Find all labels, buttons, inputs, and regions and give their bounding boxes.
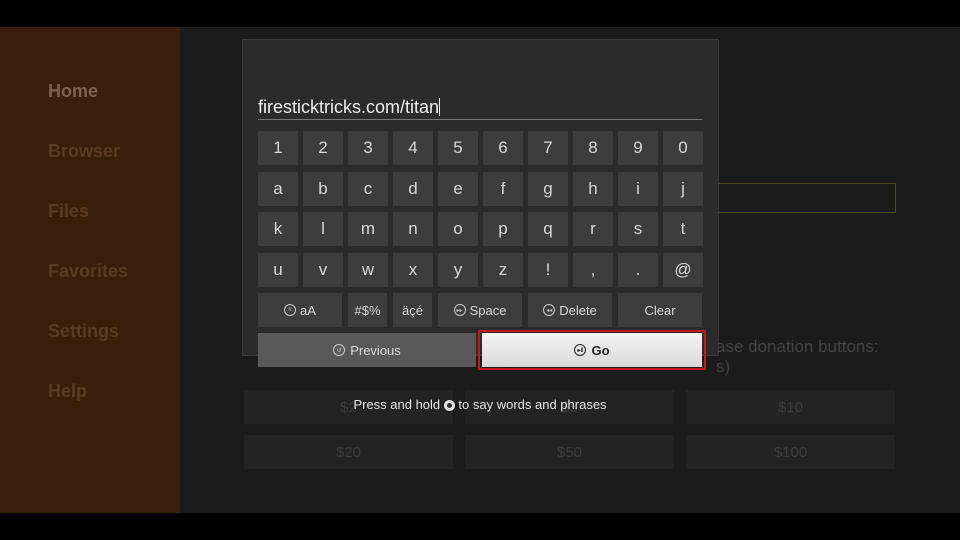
microphone-icon (443, 400, 455, 411)
key-2-9[interactable]: t (663, 212, 703, 246)
key-0-7[interactable]: 8 (573, 131, 613, 165)
key-1-3[interactable]: d (393, 171, 433, 206)
url-value: firesticktricks.com/titan (258, 97, 440, 117)
sidebar-item-browser[interactable]: Browser (48, 141, 120, 162)
key-2-6[interactable]: q (528, 212, 568, 246)
accents-key[interactable]: äçé (393, 293, 432, 327)
sidebar-item-favorites[interactable]: Favorites (48, 261, 128, 282)
back-icon: ↺ (333, 344, 346, 356)
key-3-4[interactable]: y (438, 252, 478, 287)
key-1-1[interactable]: b (303, 171, 343, 206)
space-key[interactable]: ▸▸ Space (438, 293, 522, 327)
key-2-1[interactable]: l (303, 212, 343, 246)
url-text-field[interactable]: firesticktricks.com/titan (258, 97, 702, 120)
key-0-4[interactable]: 5 (438, 131, 478, 165)
key-1-6[interactable]: g (528, 171, 568, 206)
key-2-3[interactable]: n (393, 212, 433, 246)
key-1-5[interactable]: f (483, 171, 523, 206)
key-0-9[interactable]: 0 (663, 131, 703, 165)
key-3-7[interactable]: , (573, 252, 613, 287)
key-1-4[interactable]: e (438, 171, 478, 206)
previous-button[interactable]: ↺ Previous (258, 333, 476, 367)
key-0-6[interactable]: 7 (528, 131, 568, 165)
donation-button-100[interactable]: $100 (686, 435, 895, 469)
donation-button-20[interactable]: $20 (244, 435, 453, 469)
key-1-9[interactable]: j (663, 171, 703, 206)
key-2-4[interactable]: o (438, 212, 478, 246)
go-button[interactable]: ▸‖ Go (482, 333, 702, 367)
donation-button-10[interactable]: $10 (686, 390, 895, 424)
key-2-5[interactable]: p (483, 212, 523, 246)
key-1-8[interactable]: i (618, 171, 658, 206)
voice-hint: Press and hold to say words and phrases (353, 397, 607, 412)
key-0-8[interactable]: 9 (618, 131, 658, 165)
symbols-key[interactable]: #$% (348, 293, 387, 327)
key-2-7[interactable]: r (573, 212, 613, 246)
donation-button-50[interactable]: $50 (465, 435, 674, 469)
key-0-3[interactable]: 4 (393, 131, 433, 165)
key-3-3[interactable]: x (393, 252, 433, 287)
key-1-0[interactable]: a (258, 171, 298, 206)
donation-text: ase donation buttons: s) (716, 337, 879, 376)
key-3-0[interactable]: u (258, 252, 298, 287)
key-3-8[interactable]: . (618, 252, 658, 287)
sidebar-item-home[interactable]: Home (48, 81, 98, 102)
key-3-1[interactable]: v (303, 252, 343, 287)
fast-forward-icon: ▸▸ (453, 304, 466, 316)
sidebar-item-help[interactable]: Help (48, 381, 87, 402)
clear-key[interactable]: Clear (618, 293, 702, 327)
key-0-1[interactable]: 2 (303, 131, 343, 165)
key-2-2[interactable]: m (348, 212, 388, 246)
key-3-2[interactable]: w (348, 252, 388, 287)
play-pause-icon: ▸‖ (574, 344, 587, 356)
key-0-0[interactable]: 1 (258, 131, 298, 165)
rewind-icon: ◂◂ (543, 304, 556, 316)
text-caret (439, 98, 441, 116)
key-0-5[interactable]: 6 (483, 131, 523, 165)
key-3-6[interactable]: ! (528, 252, 568, 287)
key-3-5[interactable]: z (483, 252, 523, 287)
case-toggle-key[interactable]: ≡ aA (258, 293, 342, 327)
key-0-2[interactable]: 3 (348, 131, 388, 165)
delete-key[interactable]: ◂◂ Delete (528, 293, 612, 327)
key-1-7[interactable]: h (573, 171, 613, 206)
key-2-8[interactable]: s (618, 212, 658, 246)
sidebar-item-files[interactable]: Files (48, 201, 89, 222)
sidebar-item-settings[interactable]: Settings (48, 321, 119, 342)
key-3-9[interactable]: @ (663, 252, 703, 287)
sidebar: Home Browser Files Favorites Settings He… (0, 27, 180, 513)
menu-button-icon: ≡ (284, 304, 297, 316)
key-1-2[interactable]: c (348, 171, 388, 206)
key-2-0[interactable]: k (258, 212, 298, 246)
